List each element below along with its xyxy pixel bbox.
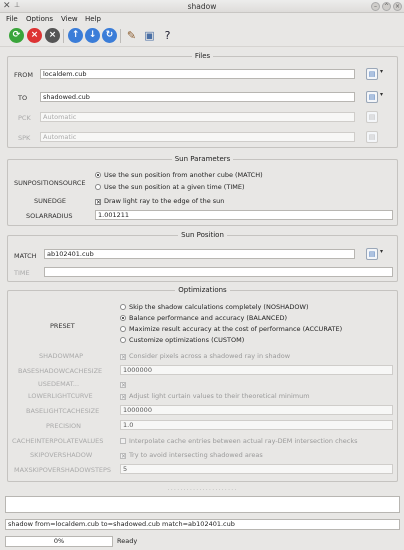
status-text: Ready bbox=[117, 537, 138, 545]
lowerlightcurve-checkbox[interactable]: ✕ Adjust light curtain values to their th… bbox=[120, 392, 310, 401]
spk-browse-icon[interactable]: ▤ bbox=[366, 131, 378, 143]
sunpositionsource-label: SUNPOSITIONSOURCE bbox=[14, 179, 86, 187]
from-label: FROM bbox=[14, 71, 33, 79]
stop-icon[interactable]: × bbox=[27, 28, 42, 43]
radio-balanced-icon[interactable] bbox=[120, 315, 126, 321]
solarradius-label: SOLARRADIUS bbox=[26, 212, 73, 220]
radio-accurate-icon[interactable] bbox=[120, 326, 126, 332]
maximize-icon[interactable]: ^ bbox=[382, 2, 391, 11]
baseshadowcachesize-field[interactable]: 1000000 bbox=[120, 365, 393, 375]
menu-help[interactable]: Help bbox=[85, 15, 101, 23]
checkbox-checked-icon[interactable]: ✕ bbox=[120, 382, 126, 389]
close-icon[interactable]: × bbox=[393, 2, 402, 11]
radio-time-icon[interactable] bbox=[95, 184, 101, 190]
solarradius-field[interactable]: 1.001211 bbox=[95, 210, 393, 220]
arrow-down-icon[interactable]: ↓ bbox=[85, 28, 100, 43]
pck-label: PCK bbox=[18, 114, 31, 122]
skipovershadow-checkbox[interactable]: ✕ Try to avoid intersecting shadowed area… bbox=[120, 451, 263, 460]
command-line-field[interactable]: shadow from=localdem.cub to=shadowed.cub… bbox=[5, 519, 400, 530]
option-custom[interactable]: Customize optimizations (CUSTOM) bbox=[120, 336, 244, 344]
to-dropdown-icon[interactable]: ▾ bbox=[380, 91, 383, 98]
baseshadowcachesize-label: BASESHADOWCACHESIZE bbox=[18, 367, 103, 375]
edit-icon[interactable]: ✎ bbox=[124, 28, 139, 43]
menu-options[interactable]: Options bbox=[26, 15, 53, 23]
checkbox-checked-icon[interactable]: ✕ bbox=[120, 354, 126, 361]
checkbox-checked-icon[interactable]: ✕ bbox=[120, 394, 126, 401]
refresh-icon[interactable]: ↻ bbox=[102, 28, 117, 43]
window-icon[interactable]: ▣ bbox=[142, 28, 157, 43]
skipovershadow-label: SKIPOVERSHADOW bbox=[30, 451, 93, 459]
sun-position-group: Sun Position MATCH ab102401.cub ▤ ▾ TIME bbox=[7, 231, 398, 282]
minimize-icon[interactable]: – bbox=[371, 2, 380, 11]
cacheinterpolatevalues-label: CACHEINTERPOLATEVALUES bbox=[12, 437, 104, 445]
from-browse-icon[interactable]: ▤ bbox=[366, 68, 378, 80]
menu-file[interactable]: File bbox=[6, 15, 18, 23]
option-match[interactable]: Use the sun position from another cube (… bbox=[95, 171, 263, 179]
option-time[interactable]: Use the sun position at a given time (TI… bbox=[95, 183, 244, 191]
log-output[interactable] bbox=[5, 496, 400, 513]
sun-parameters-group: Sun Parameters SUNPOSITIONSOURCE Use the… bbox=[7, 155, 398, 226]
precision-field[interactable]: 1.0 bbox=[120, 420, 393, 430]
cacheinterpolatevalues-checkbox[interactable]: Interpolate cache entries between actual… bbox=[120, 437, 358, 445]
option-accurate[interactable]: Maximize result accuracy at the cost of … bbox=[120, 325, 342, 333]
maxskipovershadowsteps-label: MAXSKIPOVERSHADOWSTEPS bbox=[14, 466, 112, 474]
pck-browse-icon[interactable]: ▤ bbox=[366, 111, 378, 123]
to-browse-icon[interactable]: ▤ bbox=[366, 91, 378, 103]
usedem-checkbox[interactable]: ✕ bbox=[120, 380, 129, 389]
baselightcachesize-field[interactable]: 1000000 bbox=[120, 405, 393, 415]
menu-view[interactable]: View bbox=[61, 15, 78, 23]
progress-bar: 0% bbox=[5, 536, 113, 547]
menu-bar: File Options View Help bbox=[0, 13, 404, 25]
spk-field[interactable]: Automatic bbox=[40, 132, 355, 142]
radio-noshadow-icon[interactable] bbox=[120, 304, 126, 310]
optimizations-title: Optimizations bbox=[175, 286, 230, 294]
sunedge-label: SUNEDGE bbox=[34, 197, 67, 205]
baselightcachesize-label: BASELIGHTCACHESIZE bbox=[26, 407, 100, 415]
pck-field[interactable]: Automatic bbox=[40, 112, 355, 122]
precision-label: PRECISION bbox=[46, 422, 82, 430]
sun-parameters-title: Sun Parameters bbox=[171, 155, 234, 163]
spk-label: SPK bbox=[18, 134, 31, 142]
shadowmap-label: SHADOWMAP bbox=[39, 352, 83, 360]
to-field[interactable]: shadowed.cub bbox=[40, 92, 355, 102]
match-dropdown-icon[interactable]: ▾ bbox=[380, 248, 383, 255]
checkbox-checked-icon[interactable]: ✕ bbox=[120, 453, 126, 460]
run-icon[interactable]: ⟳ bbox=[9, 28, 24, 43]
toolbar-separator bbox=[63, 29, 64, 43]
usedem-label: USEDEMAT... bbox=[38, 380, 80, 388]
radio-custom-icon[interactable] bbox=[120, 337, 126, 343]
files-title: Files bbox=[191, 52, 214, 60]
preset-label: PRESET bbox=[50, 322, 75, 330]
optimizations-group: Optimizations PRESET Skip the shadow cal… bbox=[7, 286, 398, 482]
lowerlightcurve-label: LOWERLIGHTCURVE bbox=[28, 392, 93, 400]
title-bar: ✕ ⊥ shadow – ^ × bbox=[0, 0, 404, 13]
maxskipovershadowsteps-field[interactable]: 5 bbox=[120, 464, 393, 474]
splitter-handle[interactable]: · · · · · · · · · · · · · · · · · · · · … bbox=[0, 488, 404, 493]
sun-position-title: Sun Position bbox=[178, 231, 227, 239]
from-field[interactable]: localdem.cub bbox=[40, 69, 355, 79]
match-browse-icon[interactable]: ▤ bbox=[366, 248, 378, 260]
toolbar: ⟳ × × ↑ ↓ ↻ ✎ ▣ ? bbox=[0, 25, 404, 47]
match-field[interactable]: ab102401.cub bbox=[44, 249, 355, 259]
to-label: TO bbox=[18, 94, 28, 102]
shadowmap-checkbox[interactable]: ✕ Consider pixels across a shadowed ray i… bbox=[120, 352, 290, 361]
arrow-up-icon[interactable]: ↑ bbox=[68, 28, 83, 43]
radio-match-icon[interactable] bbox=[95, 172, 101, 178]
option-balanced[interactable]: Balance performance and accuracy (BALANC… bbox=[120, 314, 287, 322]
window-title: shadow bbox=[187, 2, 217, 11]
checkbox-unchecked-icon[interactable] bbox=[120, 438, 126, 444]
option-noshadow[interactable]: Skip the shadow calculations completely … bbox=[120, 303, 308, 311]
checkbox-checked-icon[interactable]: ✕ bbox=[95, 199, 101, 206]
sunedge-checkbox[interactable]: ✕ Draw light ray to the edge of the sun bbox=[95, 197, 224, 206]
reset-icon[interactable]: × bbox=[45, 28, 60, 43]
files-group: Files FROM localdem.cub ▤ ▾ TO shadowed.… bbox=[7, 52, 398, 148]
whats-this-icon[interactable]: ? bbox=[160, 28, 175, 43]
toolbar-separator bbox=[120, 29, 121, 43]
match-label: MATCH bbox=[14, 252, 37, 260]
from-dropdown-icon[interactable]: ▾ bbox=[380, 68, 383, 75]
time-label: TIME bbox=[14, 269, 30, 277]
time-field[interactable] bbox=[44, 267, 393, 277]
